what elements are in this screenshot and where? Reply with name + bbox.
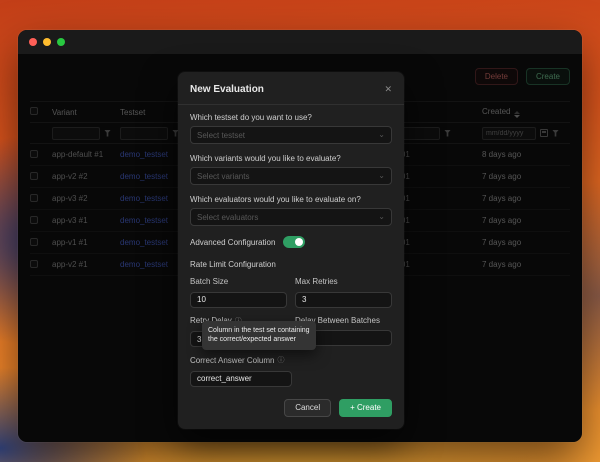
advanced-configuration-toggle[interactable]	[283, 236, 305, 248]
correct-answer-tooltip: Column in the test set containing the co…	[202, 321, 316, 350]
variants-select[interactable]: Select variants ⌄	[190, 167, 392, 185]
evaluators-question: Which evaluators would you like to evalu…	[190, 195, 392, 226]
testset-select[interactable]: Select testset ⌄	[190, 126, 392, 144]
create-evaluation-button[interactable]: + Create	[339, 399, 392, 417]
testset-question: Which testset do you want to use? Select…	[190, 113, 392, 144]
batch-retries-grid: Batch Size Max Retries	[190, 277, 392, 308]
evaluators-question-label: Which evaluators would you like to evalu…	[190, 195, 392, 204]
variants-question: Which variants would you like to evaluat…	[190, 154, 392, 185]
new-evaluation-modal: New Evaluation ✕ Which testset do you wa…	[178, 72, 404, 429]
close-icon[interactable]: ✕	[384, 84, 392, 95]
modal-footer: Cancel + Create	[190, 399, 392, 417]
chevron-down-icon: ⌄	[378, 132, 385, 138]
close-window-button[interactable]	[29, 38, 37, 46]
cancel-button[interactable]: Cancel	[284, 399, 331, 417]
rate-limit-section-label: Rate Limit Configuration	[190, 260, 392, 269]
advanced-configuration-row: Advanced Configuration	[190, 236, 392, 248]
variants-question-label: Which variants would you like to evaluat…	[190, 154, 392, 163]
max-retries-input[interactable]	[295, 292, 392, 308]
info-icon[interactable]: ⓘ	[277, 355, 284, 365]
evaluators-select[interactable]: Select evaluators ⌄	[190, 208, 392, 226]
batch-size-label: Batch Size	[190, 277, 287, 286]
batch-size-input[interactable]	[190, 292, 287, 308]
testset-question-label: Which testset do you want to use?	[190, 113, 392, 122]
modal-title: New Evaluation	[190, 84, 264, 95]
correct-answer-column-label: Correct Answer Column ⓘ	[190, 355, 392, 365]
zoom-window-button[interactable]	[57, 38, 65, 46]
window-titlebar	[18, 30, 582, 54]
testset-select-placeholder: Select testset	[197, 131, 245, 140]
correct-answer-column-input[interactable]	[190, 371, 292, 387]
modal-header: New Evaluation ✕	[178, 84, 404, 105]
variants-select-placeholder: Select variants	[197, 172, 249, 181]
evaluators-select-placeholder: Select evaluators	[197, 213, 258, 222]
advanced-configuration-label: Advanced Configuration	[190, 238, 275, 247]
chevron-down-icon: ⌄	[378, 173, 385, 179]
chevron-down-icon: ⌄	[378, 214, 385, 220]
minimize-window-button[interactable]	[43, 38, 51, 46]
max-retries-label: Max Retries	[295, 277, 392, 286]
